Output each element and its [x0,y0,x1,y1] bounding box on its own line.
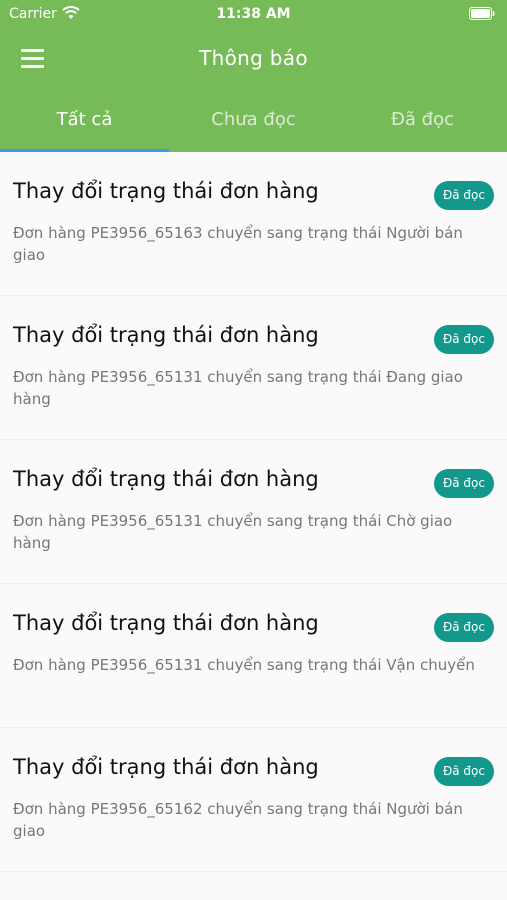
notification-list: Thay đổi trạng thái đơn hàng Đã đọc Đơn … [0,152,507,872]
notification-description: Đơn hàng PE3956_65131 chuyển sang trạng … [13,512,453,552]
notification-title: Thay đổi trạng thái đơn hàng [13,755,319,779]
read-status-badge: Đã đọc [433,325,494,354]
notification-item[interactable]: Thay đổi trạng thái đơn hàng Đã đọc Đơn … [0,584,507,728]
notification-description: Đơn hàng PE3956_65163 chuyển sang trạng … [13,224,463,264]
status-bar: Carrier 11:38 AM [0,0,507,28]
notification-title: Thay đổi trạng thái đơn hàng [13,467,319,491]
read-status-badge: Đã đọc [433,469,494,498]
notification-item[interactable]: Thay đổi trạng thái đơn hàng Đã đọc Đơn … [0,728,507,872]
read-status-badge: Đã đọc [433,613,494,642]
notification-item[interactable]: Thay đổi trạng thái đơn hàng Đã đọc Đơn … [0,440,507,584]
status-time: 11:38 AM [216,6,291,22]
notification-description: Đơn hàng PE3956_65131 chuyển sang trạng … [13,656,475,674]
read-status-badge: Đã đọc [433,181,494,210]
notification-item[interactable]: Thay đổi trạng thái đơn hàng Đã đọc Đơn … [0,152,507,296]
notification-title: Thay đổi trạng thái đơn hàng [13,323,319,347]
tab-unread[interactable]: Chưa đọc [169,100,338,152]
notification-title: Thay đổi trạng thái đơn hàng [13,611,319,635]
notification-description: Đơn hàng PE3956_65162 chuyển sang trạng … [13,800,463,840]
tab-all[interactable]: Tất cả [0,100,169,152]
notification-item[interactable]: Thay đổi trạng thái đơn hàng Đã đọc Đơn … [0,296,507,440]
tab-read[interactable]: Đã đọc [338,100,507,152]
read-status-badge: Đã đọc [433,757,494,786]
notification-description: Đơn hàng PE3956_65131 chuyển sang trạng … [13,368,463,408]
page-title: Thông báo [199,46,308,70]
app-bar: Carrier 11:38 AM Thông báo Tất cả Chưa đ… [0,0,507,152]
battery-icon [469,7,495,20]
tab-bar: Tất cả Chưa đọc Đã đọc [0,100,507,152]
notification-title: Thay đổi trạng thái đơn hàng [13,179,319,203]
